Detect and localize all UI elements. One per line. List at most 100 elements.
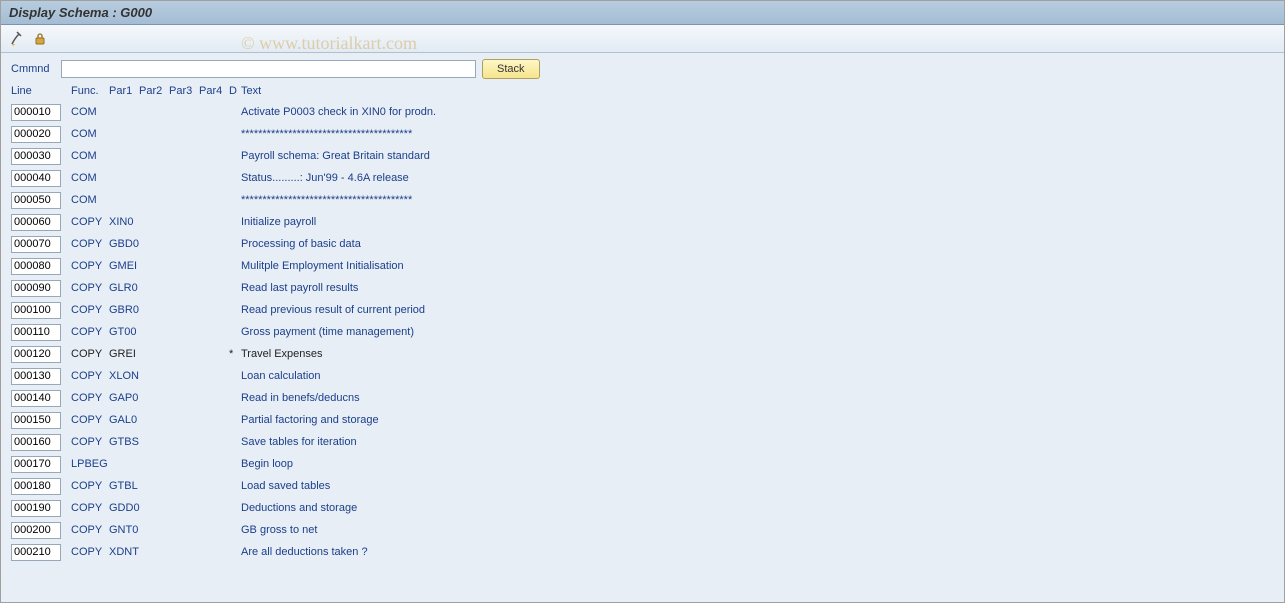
cell-text: Payroll schema: Great Britain standard: [241, 150, 430, 162]
line-number-input[interactable]: [11, 324, 61, 341]
cell-text: Gross payment (time management): [241, 326, 414, 338]
command-input[interactable]: [61, 60, 476, 78]
cell-text: Mulitple Employment Initialisation: [241, 260, 404, 272]
cell-text: ****************************************: [241, 128, 412, 140]
line-number-input[interactable]: [11, 258, 61, 275]
table-row: COPYGLR0Read last payroll results: [11, 277, 1274, 299]
header-d: D: [229, 85, 241, 97]
cell-text: Activate P0003 check in XIN0 for prodn.: [241, 106, 436, 118]
line-number-input[interactable]: [11, 456, 61, 473]
cell-func: COM: [71, 150, 109, 162]
cell-func: COPY: [71, 304, 109, 316]
line-number-input[interactable]: [11, 302, 61, 319]
command-row: Cmmnd Stack: [11, 59, 1274, 79]
line-number-input[interactable]: [11, 126, 61, 143]
cell-par1: GTBS: [109, 436, 139, 448]
cell-func: COM: [71, 194, 109, 206]
line-number-input[interactable]: [11, 390, 61, 407]
cell-func: COM: [71, 106, 109, 118]
cell-par1: GAP0: [109, 392, 139, 404]
cell-text: Read in benefs/deducns: [241, 392, 360, 404]
line-number-input[interactable]: [11, 500, 61, 517]
content-area: Cmmnd Stack Line Func. Par1 Par2 Par3 Pa…: [1, 53, 1284, 602]
cell-par1: GBR0: [109, 304, 139, 316]
cell-func: COPY: [71, 414, 109, 426]
table-row: COPYGBR0 Read previous result of current …: [11, 299, 1274, 321]
cell-par1: XLON: [109, 370, 139, 382]
cell-func: COPY: [71, 216, 109, 228]
cell-func: COPY: [71, 370, 109, 382]
cell-func: COPY: [71, 326, 109, 338]
cell-func: COM: [71, 128, 109, 140]
cell-par1: GNT0: [109, 524, 139, 536]
line-number-input[interactable]: [11, 170, 61, 187]
window-title: Display Schema : G000: [9, 5, 152, 20]
cell-text: Loan calculation: [241, 370, 321, 382]
table-row: COPYXIN0Initialize payroll: [11, 211, 1274, 233]
line-number-input[interactable]: [11, 280, 61, 297]
toggle-display-icon[interactable]: [9, 30, 27, 48]
table-row: COM Activate P0003 check in XIN0 for prod…: [11, 101, 1274, 123]
cell-text: Deductions and storage: [241, 502, 357, 514]
cell-text: Processing of basic data: [241, 238, 361, 250]
header-line: Line: [11, 85, 71, 97]
line-number-input[interactable]: [11, 478, 61, 495]
cell-func: COPY: [71, 480, 109, 492]
header-func: Func.: [71, 85, 109, 97]
cell-text: Status.........: Jun'99 - 4.6A release: [241, 172, 409, 184]
cell-text: Read previous result of current period: [241, 304, 425, 316]
table-row: COPYGMEI Mulitple Employment Initialisati…: [11, 255, 1274, 277]
cell-par1: GBD0: [109, 238, 139, 250]
cell-par1: GTBL: [109, 480, 139, 492]
line-number-input[interactable]: [11, 214, 61, 231]
cell-par1: GDD0: [109, 502, 139, 514]
table-row: LPBEGBegin loop: [11, 453, 1274, 475]
lock-icon[interactable]: [31, 30, 49, 48]
cell-par1: XIN0: [109, 216, 139, 228]
table-row: COPYXDNTAre all deductions taken ?: [11, 541, 1274, 563]
line-number-input[interactable]: [11, 544, 61, 561]
table-row: COPYGDD0Deductions and storage: [11, 497, 1274, 519]
table-row: COPYGT00Gross payment (time management): [11, 321, 1274, 343]
cell-text: ****************************************: [241, 194, 412, 206]
rows-container: COM Activate P0003 check in XIN0 for prod…: [11, 101, 1274, 563]
line-number-input[interactable]: [11, 104, 61, 121]
header-par2: Par2: [139, 85, 169, 97]
cell-text: Partial factoring and storage: [241, 414, 379, 426]
table-row: COM *************************************…: [11, 189, 1274, 211]
table-row: COPYGTBSSave tables for iteration: [11, 431, 1274, 453]
line-number-input[interactable]: [11, 434, 61, 451]
header-text: Text: [241, 85, 261, 97]
cell-text: GB gross to net: [241, 524, 317, 536]
cell-func: COPY: [71, 282, 109, 294]
cell-func: COPY: [71, 348, 109, 360]
table-row: COPYGAP0 Read in benefs/deducns: [11, 387, 1274, 409]
cell-func: COPY: [71, 436, 109, 448]
stack-button[interactable]: Stack: [482, 59, 540, 79]
cell-text: Are all deductions taken ?: [241, 546, 368, 558]
cell-func: COM: [71, 172, 109, 184]
table-row: COPYGTBL Load saved tables: [11, 475, 1274, 497]
cell-text: Load saved tables: [241, 480, 330, 492]
table-row: COM *************************************…: [11, 123, 1274, 145]
cell-func: COPY: [71, 546, 109, 558]
line-number-input[interactable]: [11, 346, 61, 363]
table-row: COM Status.........: Jun'99 - 4.6A releas…: [11, 167, 1274, 189]
cell-par1: GAL0: [109, 414, 139, 426]
table-row: COPYGREI*Travel Expenses: [11, 343, 1274, 365]
cell-func: COPY: [71, 392, 109, 404]
line-number-input[interactable]: [11, 412, 61, 429]
table-row: COM Payroll schema: Great Britain standar…: [11, 145, 1274, 167]
cell-func: COPY: [71, 238, 109, 250]
line-number-input[interactable]: [11, 192, 61, 209]
table-row: COPYGAL0 Partial factoring and storage: [11, 409, 1274, 431]
table-row: COPYGNT0GB gross to net: [11, 519, 1274, 541]
line-number-input[interactable]: [11, 236, 61, 253]
line-number-input[interactable]: [11, 368, 61, 385]
column-headers: Line Func. Par1 Par2 Par3 Par4 D Text: [11, 83, 1274, 101]
title-bar: Display Schema : G000: [1, 1, 1284, 25]
line-number-input[interactable]: [11, 148, 61, 165]
line-number-input[interactable]: [11, 522, 61, 539]
cell-par1: GMEI: [109, 260, 139, 272]
cell-func: COPY: [71, 260, 109, 272]
